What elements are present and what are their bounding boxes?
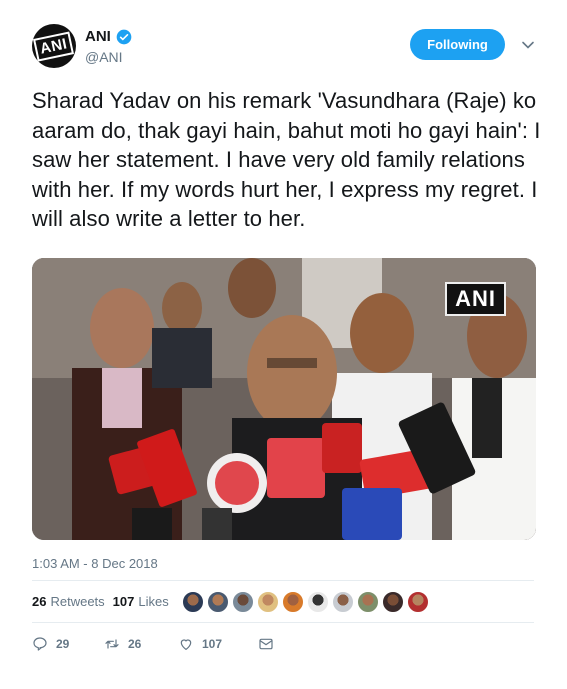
liker-avatar[interactable]: [382, 591, 404, 613]
likes-count: 107: [112, 594, 135, 609]
likes-stat[interactable]: 107 Likes: [113, 594, 169, 609]
retweets-label: Retweets: [50, 594, 105, 609]
tweet-timestamp[interactable]: 1:03 AM - 8 Dec 2018: [32, 556, 158, 571]
retweet-button[interactable]: 26: [104, 636, 178, 652]
reply-button[interactable]: 29: [32, 636, 104, 652]
name-row: ANI: [85, 28, 132, 45]
avatar[interactable]: ANI: [32, 24, 76, 68]
liker-avatars: [182, 591, 429, 613]
tweet-media-photo[interactable]: ANI: [32, 258, 536, 540]
display-name[interactable]: ANI: [85, 28, 111, 45]
tweet-actions: 29 26 107: [32, 636, 274, 652]
liker-avatar[interactable]: [357, 591, 379, 613]
direct-message-button[interactable]: [258, 636, 274, 652]
like-button[interactable]: 107: [178, 636, 258, 652]
liker-avatar[interactable]: [232, 591, 254, 613]
handle[interactable]: @ANI: [85, 49, 123, 65]
verified-badge-icon: [116, 29, 132, 44]
liker-avatar[interactable]: [207, 591, 229, 613]
ani-watermark: ANI: [445, 282, 506, 316]
divider: [32, 622, 534, 623]
tweet-text: Sharad Yadav on his remark 'Vasundhara (…: [32, 88, 541, 231]
divider: [32, 580, 534, 581]
liker-avatar[interactable]: [282, 591, 304, 613]
avatar-logo: ANI: [33, 30, 75, 62]
likes-label: Likes: [138, 594, 169, 609]
retweets-count: 26: [32, 594, 47, 609]
liker-avatar[interactable]: [307, 591, 329, 613]
reply-count: 29: [56, 637, 70, 651]
heart-icon: [180, 639, 192, 650]
retweets-stat[interactable]: 26 Retweets: [32, 594, 105, 609]
liker-avatar[interactable]: [332, 591, 354, 613]
following-button[interactable]: Following: [410, 29, 505, 60]
engagement-stats: 26 Retweets 107 Likes: [32, 594, 169, 609]
liker-avatar[interactable]: [257, 591, 279, 613]
like-count: 107: [202, 637, 223, 651]
liker-avatar[interactable]: [407, 591, 429, 613]
liker-avatar[interactable]: [182, 591, 204, 613]
reply-icon: [33, 637, 47, 651]
retweet-icon: [105, 639, 119, 649]
envelope-icon: [259, 638, 273, 650]
chevron-down-icon[interactable]: [521, 38, 535, 52]
tweet-card: ANI ANI @ANI Following Sharad Yadav on h…: [0, 0, 567, 689]
retweet-count: 26: [128, 637, 142, 651]
